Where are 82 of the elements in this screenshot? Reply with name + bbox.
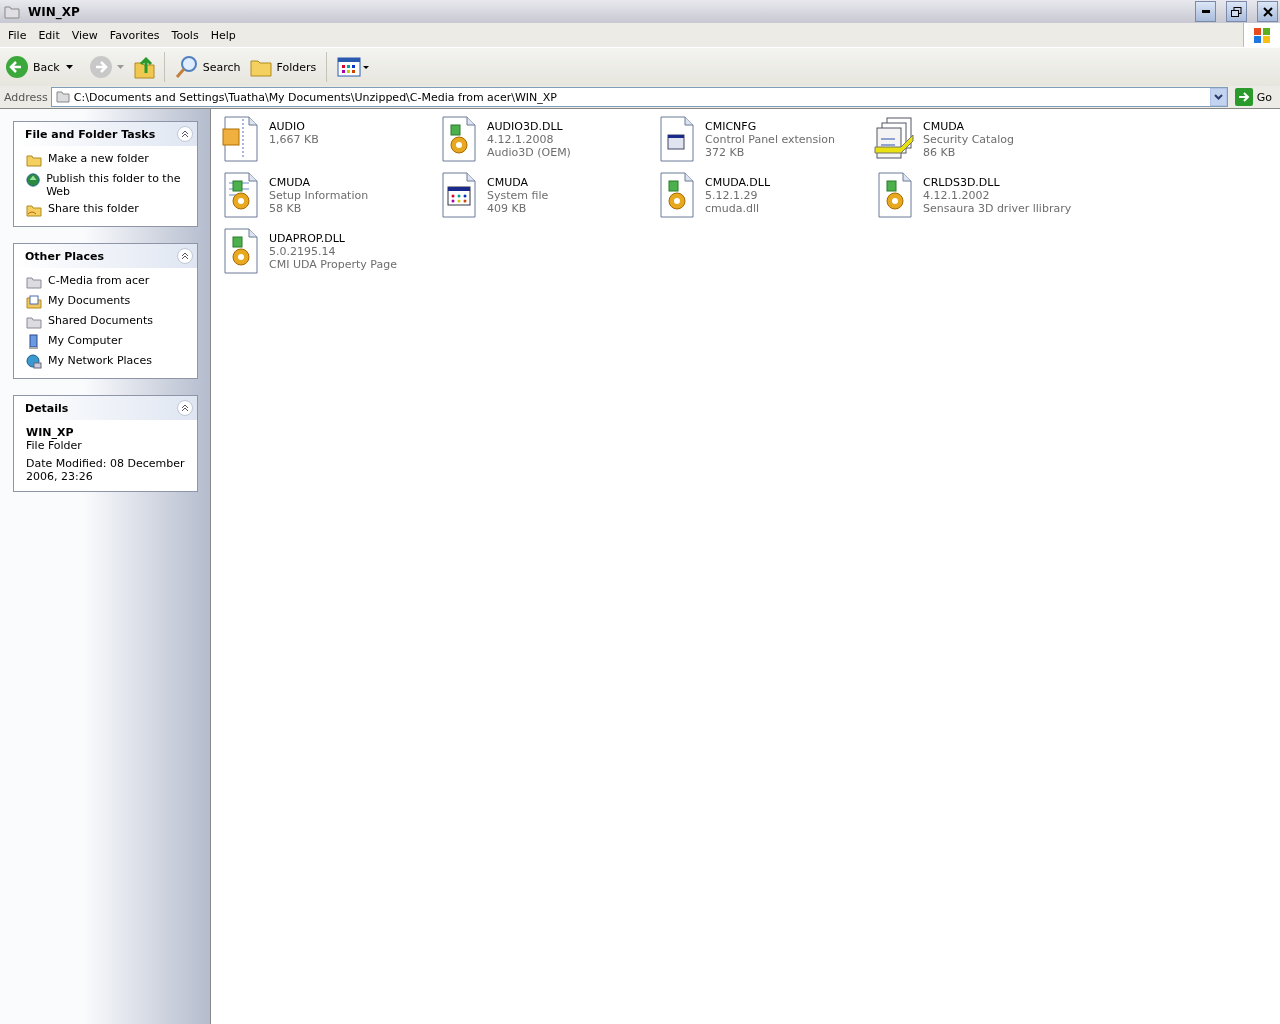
address-field[interactable]: C:\Documents and Settings\Tuatha\My Documents\Unzipped\C-Media from acer\WIN_XP bbox=[50, 87, 1228, 107]
shared-folder-icon bbox=[26, 202, 42, 218]
file-detail: 5.0.2195.14 bbox=[269, 245, 337, 258]
task-link[interactable]: Make a new folder bbox=[26, 152, 189, 168]
menu-item[interactable]: Tools bbox=[165, 28, 205, 42]
views-button[interactable] bbox=[335, 55, 372, 79]
file-detail: CMI UDA Property Page bbox=[269, 258, 397, 271]
collapse-button[interactable] bbox=[177, 248, 193, 264]
file-detail: 372 KB bbox=[705, 146, 746, 159]
menu-item[interactable]: Favorites bbox=[103, 28, 166, 42]
folder-icon bbox=[55, 91, 70, 103]
collapse-button[interactable] bbox=[177, 400, 193, 416]
file-detail: 5.12.1.29 bbox=[705, 189, 759, 202]
collapse-icon bbox=[181, 404, 189, 412]
file-name[interactable]: CMUDA bbox=[269, 176, 369, 189]
date-modified: Date Modified: 08 December 2006, 23:26 bbox=[26, 457, 186, 483]
panel-title: Other Places bbox=[25, 249, 104, 263]
file-detail: Sensaura 3D driver llibrary bbox=[923, 202, 1072, 215]
file-detail: 4.12.1.2008 bbox=[487, 133, 555, 146]
file-detail: 58 KB bbox=[269, 202, 303, 215]
menu-item[interactable]: View bbox=[65, 28, 104, 42]
file-detail: cmuda.dll bbox=[705, 202, 761, 215]
menu-item[interactable]: Edit bbox=[32, 28, 66, 42]
folder-icon bbox=[26, 274, 42, 290]
caret-icon bbox=[1213, 94, 1223, 100]
restore-icon bbox=[1231, 6, 1242, 17]
task-link[interactable]: Publish this folder to the Web bbox=[26, 172, 189, 198]
folder-icon bbox=[4, 3, 20, 20]
file-detail: 409 KB bbox=[487, 202, 528, 215]
file-detail: System file bbox=[487, 189, 549, 202]
go-button[interactable]: Go bbox=[1230, 88, 1276, 106]
collapse-icon bbox=[181, 252, 189, 260]
file-detail: 86 KB bbox=[923, 146, 957, 159]
panel-title: File and Folder Tasks bbox=[25, 127, 156, 141]
views-icon bbox=[337, 57, 370, 77]
file-name[interactable]: AUDIO3D.DLL bbox=[487, 120, 571, 133]
folder-name: WIN_XP bbox=[26, 426, 75, 439]
folder-icon bbox=[26, 152, 42, 168]
folder-type: File Folder bbox=[26, 439, 83, 452]
collapse-button[interactable] bbox=[177, 126, 193, 142]
network-icon bbox=[26, 354, 42, 370]
file-name[interactable]: UDAPROP.DLL bbox=[269, 232, 397, 245]
restore-button[interactable] bbox=[1226, 1, 1247, 22]
file-detail: Security Catalog bbox=[923, 133, 1014, 146]
window-title: WIN_XP bbox=[28, 4, 81, 19]
file-name[interactable]: AUDIO bbox=[269, 120, 319, 133]
panel-title: Details bbox=[25, 401, 69, 415]
minimize-button[interactable] bbox=[1195, 1, 1216, 22]
file-name[interactable]: CRLDS3D.DLL bbox=[923, 176, 1072, 189]
menu-item[interactable]: Help bbox=[204, 28, 242, 42]
up-folder-icon[interactable] bbox=[133, 55, 156, 79]
task-link[interactable]: My Documents bbox=[26, 294, 189, 310]
file-name[interactable]: CMICNFG bbox=[705, 120, 836, 133]
task-link[interactable]: C-Media from acer bbox=[26, 274, 189, 290]
task-link[interactable]: My Computer bbox=[26, 334, 189, 350]
task-link[interactable]: My Network Places bbox=[26, 354, 189, 370]
file-detail: 4.12.1.2002 bbox=[923, 189, 991, 202]
search-icon bbox=[174, 55, 199, 79]
documents-folder-icon bbox=[26, 294, 42, 310]
windows-logo bbox=[1253, 26, 1271, 44]
file-detail: Audio3D (OEM) bbox=[487, 146, 571, 159]
file-name[interactable]: CMUDA.DLL bbox=[705, 176, 771, 189]
file-detail: 1,667 KB bbox=[269, 133, 319, 146]
dropdown-button[interactable] bbox=[1209, 88, 1227, 106]
task-link[interactable]: Share this folder bbox=[26, 202, 189, 218]
back-button[interactable]: Back bbox=[3, 53, 62, 81]
close-button[interactable] bbox=[1257, 1, 1278, 22]
dropdown-icon[interactable] bbox=[65, 65, 73, 69]
search-button[interactable]: Search bbox=[172, 53, 243, 81]
globe-icon bbox=[26, 172, 41, 188]
task-link[interactable]: Shared Documents bbox=[26, 314, 189, 330]
folder-icon bbox=[26, 314, 42, 330]
file-detail: Setup Information bbox=[269, 189, 369, 202]
close-icon bbox=[1262, 6, 1273, 17]
folders-button[interactable]: Folders bbox=[246, 54, 319, 80]
menu-item[interactable]: File bbox=[2, 28, 33, 42]
file-detail: Control Panel extension bbox=[705, 133, 836, 146]
address-label: Address bbox=[4, 90, 48, 104]
file-name[interactable]: CMUDA bbox=[487, 176, 549, 189]
minimize-icon bbox=[1201, 10, 1210, 13]
collapse-icon bbox=[181, 130, 189, 138]
file-name[interactable]: CMUDA bbox=[923, 120, 1014, 133]
